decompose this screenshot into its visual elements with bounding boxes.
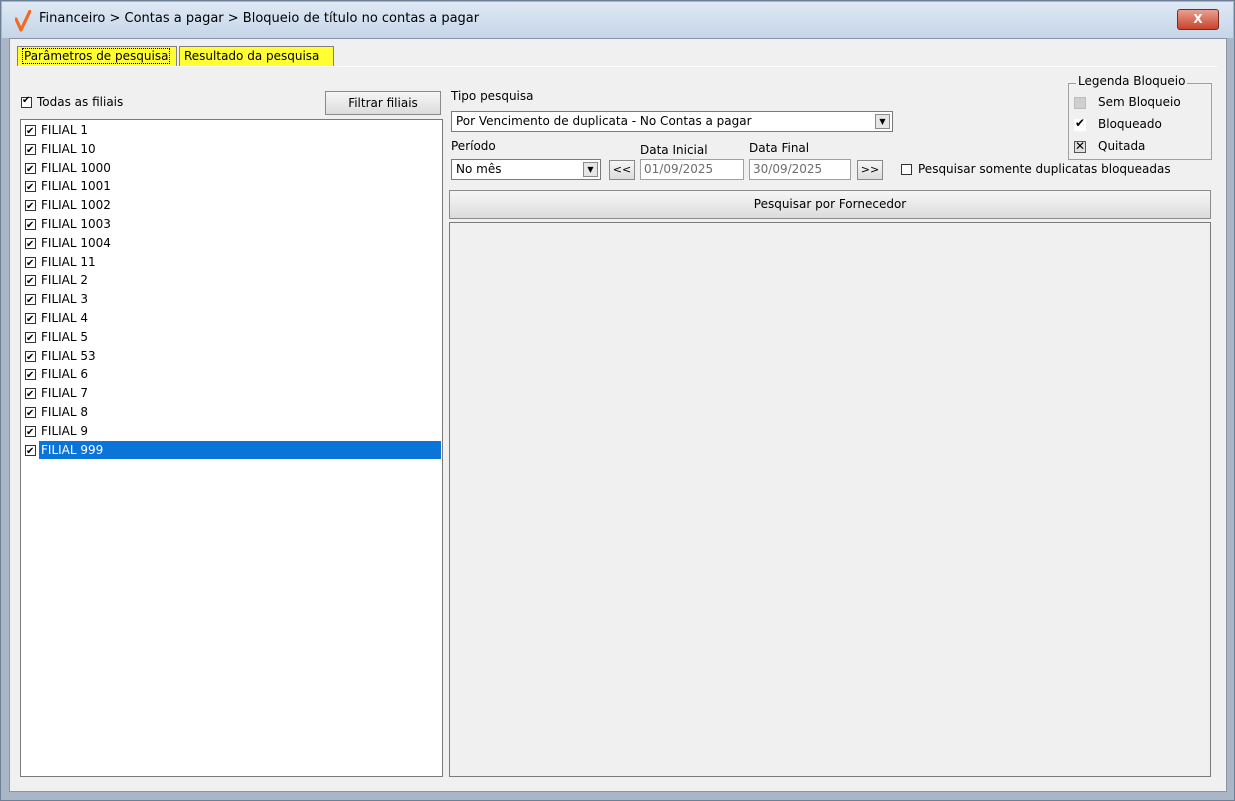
pesquisar-fornecedor-button[interactable]: Pesquisar por Fornecedor (449, 190, 1211, 219)
filial-list-item[interactable]: FILIAL 53 (21, 347, 442, 367)
filial-list-item[interactable]: FILIAL 2 (21, 271, 442, 291)
filtrar-filiais-button[interactable]: Filtrar filiais (325, 91, 441, 115)
filial-label: FILIAL 1 (41, 123, 89, 137)
filial-list-item[interactable]: FILIAL 11 (21, 253, 442, 273)
data-final-label: Data Final (749, 141, 810, 155)
filial-list-item[interactable]: FILIAL 1004 (21, 234, 442, 254)
legend-item-quitada: Quitada (1074, 139, 1145, 153)
filial-list[interactable]: FILIAL 1 FILIAL 10 FILIAL 1000 FILIAL 1001 F… (20, 119, 443, 777)
only-blocked-checkbox[interactable] (901, 164, 912, 175)
results-panel[interactable] (449, 222, 1211, 777)
todas-filiais-checkbox[interactable] (21, 95, 32, 108)
filial-checkbox[interactable] (25, 161, 36, 179)
filial-checkbox[interactable] (25, 330, 36, 348)
tipo-pesquisa-value: Por Vencimento de duplicata - No Contas … (456, 114, 752, 128)
filial-list-item[interactable]: FILIAL 1002 (21, 196, 442, 216)
filial-list-item[interactable]: FILIAL 6 (21, 365, 442, 385)
previous-period-button[interactable]: << (609, 160, 635, 180)
periodo-value: No mês (456, 162, 502, 176)
filial-label: FILIAL 8 (41, 405, 89, 419)
periodo-select[interactable]: No mês ▼ (451, 159, 601, 180)
filial-label: FILIAL 6 (41, 367, 89, 382)
filial-checkbox[interactable] (25, 217, 36, 235)
tipo-pesquisa-select[interactable]: Por Vencimento de duplicata - No Contas … (451, 111, 893, 132)
legend-label: Bloqueado (1098, 117, 1162, 131)
filial-checkbox[interactable] (25, 311, 36, 329)
check-mark-icon (1074, 116, 1086, 131)
filial-checkbox[interactable] (25, 236, 36, 254)
filial-label: FILIAL 11 (41, 254, 96, 269)
only-blocked-label: Pesquisar somente duplicatas bloqueadas (918, 162, 1171, 176)
filial-label: FILIAL 1000 (41, 160, 111, 175)
tipo-pesquisa-label: Tipo pesquisa (451, 89, 534, 103)
only-blocked-checkbox-row[interactable]: Pesquisar somente duplicatas bloqueadas (901, 162, 1171, 176)
filial-list-item[interactable]: FILIAL 9 (21, 422, 442, 442)
filial-checkbox[interactable] (25, 349, 36, 367)
filial-checkbox[interactable] (25, 273, 36, 291)
filial-label: FILIAL 53 (41, 348, 96, 363)
filial-checkbox[interactable] (25, 367, 36, 385)
filial-list-item[interactable]: FILIAL 1003 (21, 215, 442, 235)
filial-list-item[interactable]: FILIAL 5 (21, 328, 442, 348)
filial-checkbox[interactable] (25, 255, 36, 273)
filial-list-item[interactable]: FILIAL 1000 (21, 159, 442, 179)
tab-label: Parâmetros de pesquisa (22, 48, 171, 64)
filial-checkbox[interactable] (25, 142, 36, 160)
filial-label: FILIAL 7 (41, 386, 89, 401)
filial-label: FILIAL 10 (41, 141, 96, 156)
filial-checkbox[interactable] (25, 179, 36, 197)
filial-label: FILIAL 1001 (41, 179, 111, 194)
filial-label: FILIAL 5 (41, 329, 89, 344)
app-logo-icon (15, 10, 31, 32)
filial-list-item[interactable]: FILIAL 4 (21, 309, 442, 329)
filial-list-item[interactable]: FILIAL 7 (21, 384, 442, 404)
filial-list-item[interactable]: FILIAL 10 (21, 140, 442, 160)
data-inicial-label: Data Inicial (640, 143, 708, 157)
title-bar: Financeiro > Contas a pagar > Bloqueio d… (2, 2, 1233, 38)
filial-label: FILIAL 1002 (41, 198, 111, 213)
filial-label: FILIAL 999 (39, 440, 441, 459)
tab-resultado-pesquisa[interactable]: Resultado da pesquisa (179, 46, 334, 66)
filial-list-item[interactable]: FILIAL 3 (21, 290, 442, 310)
filial-checkbox[interactable] (25, 386, 36, 404)
legend-item-bloqueado: Bloqueado (1074, 116, 1162, 131)
legend-label: Sem Bloqueio (1098, 95, 1181, 109)
filial-checkbox[interactable] (25, 123, 36, 141)
chevron-down-icon[interactable]: ▼ (875, 114, 890, 129)
filial-label: FILIAL 4 (41, 311, 89, 325)
filial-label: FILIAL 9 (41, 423, 89, 438)
client-area: Parâmetros de pesquisa Resultado da pesq… (9, 38, 1227, 792)
filial-list-item[interactable]: FILIAL 8 (21, 403, 442, 423)
filial-checkbox[interactable] (25, 292, 36, 310)
data-final-field[interactable]: 30/09/2025 (749, 159, 851, 180)
application-window: Financeiro > Contas a pagar > Bloqueio d… (0, 0, 1235, 801)
filial-checkbox[interactable] (25, 198, 36, 216)
tab-divider (17, 66, 1217, 67)
legend-title: Legenda Bloqueio (1076, 74, 1188, 88)
legend-item-sem-bloqueio: Sem Bloqueio (1074, 95, 1181, 109)
tab-parametros-pesquisa[interactable]: Parâmetros de pesquisa (17, 46, 177, 66)
legend-label: Quitada (1098, 139, 1146, 153)
grey-square-icon (1074, 96, 1086, 109)
periodo-label: Período (451, 139, 496, 153)
x-mark-icon (1074, 139, 1086, 153)
filial-label: FILIAL 3 (41, 292, 89, 307)
filial-list-item[interactable]: FILIAL 1 (21, 121, 442, 141)
chevron-down-icon[interactable]: ▼ (583, 162, 598, 177)
data-inicial-field[interactable]: 01/09/2025 (640, 159, 744, 180)
filial-label: FILIAL 2 (41, 273, 89, 288)
next-period-button[interactable]: >> (857, 160, 883, 180)
filial-checkbox[interactable] (25, 405, 36, 423)
filial-list-item[interactable]: FILIAL 1001 (21, 177, 442, 197)
filial-label: FILIAL 1003 (41, 217, 111, 231)
filial-checkbox[interactable] (25, 443, 36, 461)
filial-checkbox[interactable] (25, 424, 36, 442)
filial-list-item[interactable]: FILIAL 999 (21, 440, 442, 461)
window-title: Financeiro > Contas a pagar > Bloqueio d… (39, 11, 480, 26)
todas-filiais-checkbox-row[interactable]: Todas as filiais (21, 95, 123, 109)
todas-filiais-label: Todas as filiais (37, 95, 124, 109)
filial-label: FILIAL 1004 (41, 235, 111, 250)
close-button[interactable]: X (1177, 9, 1219, 30)
